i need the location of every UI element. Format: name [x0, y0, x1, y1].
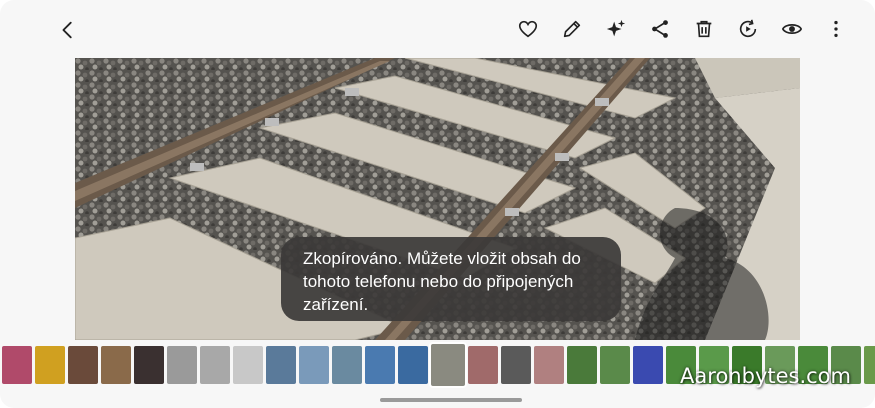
filmstrip-thumbnail[interactable]: [266, 346, 296, 384]
filmstrip-thumbnail[interactable]: [101, 346, 131, 384]
favorite-button[interactable]: [513, 14, 543, 44]
filmstrip-thumbnail[interactable]: [600, 346, 630, 384]
more-vert-icon: [834, 20, 838, 38]
filmstrip-thumbnail[interactable]: [68, 346, 98, 384]
filmstrip-thumbnail[interactable]: [633, 346, 663, 384]
filmstrip-thumbnail[interactable]: [167, 346, 197, 384]
back-arrow-icon: [62, 21, 72, 39]
filmstrip-thumbnail[interactable]: [429, 342, 467, 388]
top-toolbar: [0, 0, 875, 58]
toolbar-actions: [513, 14, 851, 44]
share-button[interactable]: [645, 14, 675, 44]
delete-icon: [696, 20, 712, 38]
copied-toast: Zkopírováno. Můžete vložit obsah do toho…: [281, 237, 621, 321]
watermark: Aaronbytes.com: [680, 364, 851, 388]
remaster-button[interactable]: [733, 14, 763, 44]
filmstrip-thumbnail[interactable]: [864, 346, 875, 384]
delete-button[interactable]: [689, 14, 719, 44]
filmstrip-thumbnail[interactable]: [468, 346, 498, 384]
view-button[interactable]: [777, 14, 807, 44]
ai-edit-button[interactable]: [601, 14, 631, 44]
share-icon: [652, 20, 668, 38]
filmstrip-thumbnail[interactable]: [134, 346, 164, 384]
back-button[interactable]: [54, 16, 82, 44]
filmstrip-thumbnail[interactable]: [299, 346, 329, 384]
filmstrip-thumbnail[interactable]: [332, 346, 362, 384]
filmstrip-thumbnail[interactable]: [35, 346, 65, 384]
more-options-button[interactable]: [821, 14, 851, 44]
filmstrip-thumbnail[interactable]: [501, 346, 531, 384]
eye-icon: [781, 24, 803, 34]
filmstrip-thumbnail[interactable]: [534, 346, 564, 384]
heart-icon: [518, 20, 538, 38]
filmstrip-thumbnail[interactable]: [567, 346, 597, 384]
toast-line-1: Zkopírováno. Můžete vložit obsah do: [303, 249, 581, 268]
home-indicator[interactable]: [380, 398, 522, 402]
remaster-icon: [739, 19, 757, 38]
filmstrip-thumbnail[interactable]: [200, 346, 230, 384]
filmstrip-thumbnail[interactable]: [233, 346, 263, 384]
edit-pencil-icon: [563, 20, 581, 38]
toast-line-2: tohoto telefonu nebo do připojených: [303, 272, 574, 291]
edit-button[interactable]: [557, 14, 587, 44]
filmstrip-thumbnail[interactable]: [2, 346, 32, 384]
toast-line-3: zařízení.: [303, 295, 369, 314]
photo-viewer: Zkopírováno. Můžete vložit obsah do toho…: [0, 0, 875, 408]
sparkle-ai-icon: [606, 19, 626, 37]
filmstrip-thumbnail[interactable]: [398, 346, 428, 384]
filmstrip-thumbnail[interactable]: [365, 346, 395, 384]
